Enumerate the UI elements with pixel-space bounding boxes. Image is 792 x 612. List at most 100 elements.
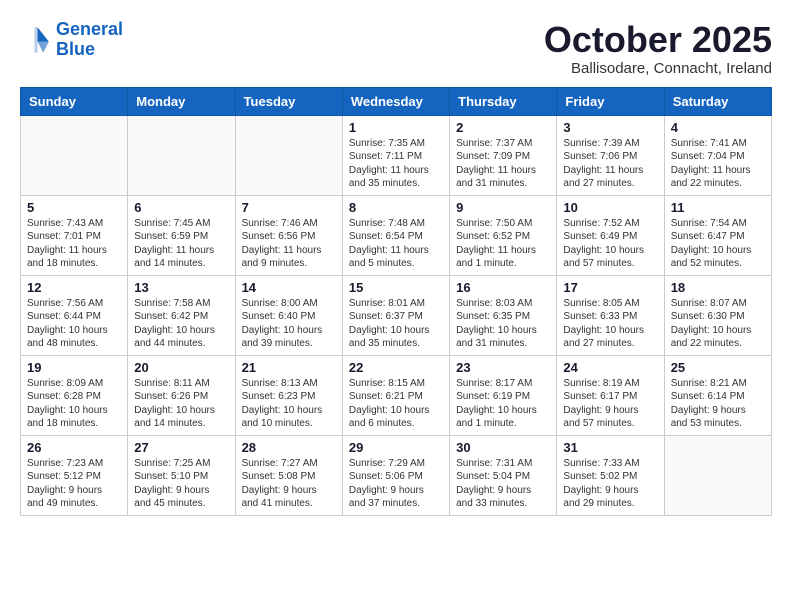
day-info: Sunrise: 8:13 AM Sunset: 6:23 PM Dayligh… (242, 377, 336, 431)
day-info: Sunrise: 7:45 AM Sunset: 6:59 PM Dayligh… (134, 217, 228, 271)
day-info: Sunrise: 7:48 AM Sunset: 6:54 PM Dayligh… (349, 217, 443, 271)
title-block: October 2025 Ballisodare, Connacht, Irel… (544, 20, 772, 77)
day-info: Sunrise: 7:39 AM Sunset: 7:06 PM Dayligh… (563, 137, 657, 191)
calendar-cell: 21 Sunrise: 8:13 AM Sunset: 6:23 PM Dayli… (235, 355, 342, 435)
calendar-cell: 16 Sunrise: 8:03 AM Sunset: 6:35 PM Dayli… (450, 275, 557, 355)
calendar-cell: 9 Sunrise: 7:50 AM Sunset: 6:52 PM Daylig… (450, 195, 557, 275)
day-info: Sunrise: 7:41 AM Sunset: 7:04 PM Dayligh… (671, 137, 765, 191)
calendar-cell: 15 Sunrise: 8:01 AM Sunset: 6:37 PM Dayli… (342, 275, 449, 355)
day-info: Sunrise: 7:54 AM Sunset: 6:47 PM Dayligh… (671, 217, 765, 271)
calendar-cell: 10 Sunrise: 7:52 AM Sunset: 6:49 PM Dayli… (557, 195, 664, 275)
day-number: 8 (349, 200, 443, 215)
calendar-cell (21, 115, 128, 195)
day-info: Sunrise: 7:46 AM Sunset: 6:56 PM Dayligh… (242, 217, 336, 271)
calendar-cell: 29Sunrise: 7:29 AM Sunset: 5:06 PM Dayli… (342, 435, 449, 515)
day-number: 19 (27, 360, 121, 375)
calendar-table: SundayMondayTuesdayWednesdayThursdayFrid… (20, 87, 772, 516)
day-header-wednesday: Wednesday (342, 87, 449, 115)
day-number: 27 (134, 440, 228, 455)
calendar-cell: 1 Sunrise: 7:35 AM Sunset: 7:11 PM Daylig… (342, 115, 449, 195)
day-number: 2 (456, 120, 550, 135)
day-info: Sunrise: 7:27 AM Sunset: 5:08 PM Dayligh… (242, 457, 336, 511)
day-number: 11 (671, 200, 765, 215)
day-info: Sunrise: 8:00 AM Sunset: 6:40 PM Dayligh… (242, 297, 336, 351)
day-number: 16 (456, 280, 550, 295)
logo-text: General Blue (56, 20, 123, 60)
calendar-cell: 11 Sunrise: 7:54 AM Sunset: 6:47 PM Dayli… (664, 195, 771, 275)
calendar-cell (235, 115, 342, 195)
page-header: General Blue October 2025 Ballisodare, C… (20, 20, 772, 77)
calendar-week-row: 26 Sunrise: 7:23 AM Sunset: 5:12 PM Dayli… (21, 435, 772, 515)
calendar-cell: 4 Sunrise: 7:41 AM Sunset: 7:04 PM Daylig… (664, 115, 771, 195)
day-number: 14 (242, 280, 336, 295)
calendar-cell: 6 Sunrise: 7:45 AM Sunset: 6:59 PM Daylig… (128, 195, 235, 275)
calendar-cell: 14 Sunrise: 8:00 AM Sunset: 6:40 PM Dayli… (235, 275, 342, 355)
day-info: Sunrise: 7:35 AM Sunset: 7:11 PM Dayligh… (349, 137, 443, 191)
calendar-cell: 22Sunrise: 8:15 AM Sunset: 6:21 PM Dayli… (342, 355, 449, 435)
day-info: Sunrise: 7:50 AM Sunset: 6:52 PM Dayligh… (456, 217, 550, 271)
day-info: Sunrise: 7:23 AM Sunset: 5:12 PM Dayligh… (27, 457, 121, 511)
day-number: 5 (27, 200, 121, 215)
day-number: 25 (671, 360, 765, 375)
calendar-cell: 18 Sunrise: 8:07 AM Sunset: 6:30 PM Dayli… (664, 275, 771, 355)
day-number: 28 (242, 440, 336, 455)
calendar-week-row: 19Sunrise: 8:09 AM Sunset: 6:28 PM Dayli… (21, 355, 772, 435)
day-number: 24 (563, 360, 657, 375)
day-number: 4 (671, 120, 765, 135)
logo-line1: General (56, 19, 123, 39)
calendar-week-row: 5 Sunrise: 7:43 AM Sunset: 7:01 PM Daylig… (21, 195, 772, 275)
calendar-cell: 28 Sunrise: 7:27 AM Sunset: 5:08 PM Dayli… (235, 435, 342, 515)
calendar-cell: 31Sunrise: 7:33 AM Sunset: 5:02 PM Dayli… (557, 435, 664, 515)
day-number: 6 (134, 200, 228, 215)
day-info: Sunrise: 8:07 AM Sunset: 6:30 PM Dayligh… (671, 297, 765, 351)
day-number: 13 (134, 280, 228, 295)
day-info: Sunrise: 8:03 AM Sunset: 6:35 PM Dayligh… (456, 297, 550, 351)
logo-icon (20, 24, 52, 56)
calendar-cell: 23 Sunrise: 8:17 AM Sunset: 6:19 PM Dayli… (450, 355, 557, 435)
calendar-cell: 2 Sunrise: 7:37 AM Sunset: 7:09 PM Daylig… (450, 115, 557, 195)
day-number: 22 (349, 360, 443, 375)
day-info: Sunrise: 7:52 AM Sunset: 6:49 PM Dayligh… (563, 217, 657, 271)
day-info: Sunrise: 7:56 AM Sunset: 6:44 PM Dayligh… (27, 297, 121, 351)
day-info: Sunrise: 7:43 AM Sunset: 7:01 PM Dayligh… (27, 217, 121, 271)
day-info: Sunrise: 8:19 AM Sunset: 6:17 PM Dayligh… (563, 377, 657, 431)
day-header-sunday: Sunday (21, 87, 128, 115)
day-info: Sunrise: 7:31 AM Sunset: 5:04 PM Dayligh… (456, 457, 550, 511)
day-number: 15 (349, 280, 443, 295)
calendar-cell: 17 Sunrise: 8:05 AM Sunset: 6:33 PM Dayli… (557, 275, 664, 355)
day-number: 17 (563, 280, 657, 295)
day-header-friday: Friday (557, 87, 664, 115)
day-info: Sunrise: 8:17 AM Sunset: 6:19 PM Dayligh… (456, 377, 550, 431)
day-info: Sunrise: 7:37 AM Sunset: 7:09 PM Dayligh… (456, 137, 550, 191)
day-header-tuesday: Tuesday (235, 87, 342, 115)
day-number: 10 (563, 200, 657, 215)
calendar-cell: 7 Sunrise: 7:46 AM Sunset: 6:56 PM Daylig… (235, 195, 342, 275)
month-title: October 2025 (544, 20, 772, 60)
calendar-cell: 26 Sunrise: 7:23 AM Sunset: 5:12 PM Dayli… (21, 435, 128, 515)
day-number: 26 (27, 440, 121, 455)
day-number: 7 (242, 200, 336, 215)
day-header-saturday: Saturday (664, 87, 771, 115)
calendar-week-row: 1 Sunrise: 7:35 AM Sunset: 7:11 PM Daylig… (21, 115, 772, 195)
day-number: 18 (671, 280, 765, 295)
calendar-cell: 19Sunrise: 8:09 AM Sunset: 6:28 PM Dayli… (21, 355, 128, 435)
day-number: 12 (27, 280, 121, 295)
day-info: Sunrise: 8:01 AM Sunset: 6:37 PM Dayligh… (349, 297, 443, 351)
day-number: 21 (242, 360, 336, 375)
calendar-week-row: 12 Sunrise: 7:56 AM Sunset: 6:44 PM Dayli… (21, 275, 772, 355)
day-info: Sunrise: 7:29 AM Sunset: 5:06 PM Dayligh… (349, 457, 443, 511)
calendar-cell: 12 Sunrise: 7:56 AM Sunset: 6:44 PM Dayli… (21, 275, 128, 355)
calendar-cell: 30Sunrise: 7:31 AM Sunset: 5:04 PM Dayli… (450, 435, 557, 515)
logo-line2: Blue (56, 39, 95, 59)
day-number: 9 (456, 200, 550, 215)
calendar-cell: 13Sunrise: 7:58 AM Sunset: 6:42 PM Dayli… (128, 275, 235, 355)
calendar-cell (128, 115, 235, 195)
location-subtitle: Ballisodare, Connacht, Ireland (544, 60, 772, 77)
day-info: Sunrise: 8:21 AM Sunset: 6:14 PM Dayligh… (671, 377, 765, 431)
day-number: 23 (456, 360, 550, 375)
day-number: 1 (349, 120, 443, 135)
day-info: Sunrise: 8:11 AM Sunset: 6:26 PM Dayligh… (134, 377, 228, 431)
day-info: Sunrise: 8:05 AM Sunset: 6:33 PM Dayligh… (563, 297, 657, 351)
calendar-cell: 8 Sunrise: 7:48 AM Sunset: 6:54 PM Daylig… (342, 195, 449, 275)
calendar-cell: 3Sunrise: 7:39 AM Sunset: 7:06 PM Daylig… (557, 115, 664, 195)
